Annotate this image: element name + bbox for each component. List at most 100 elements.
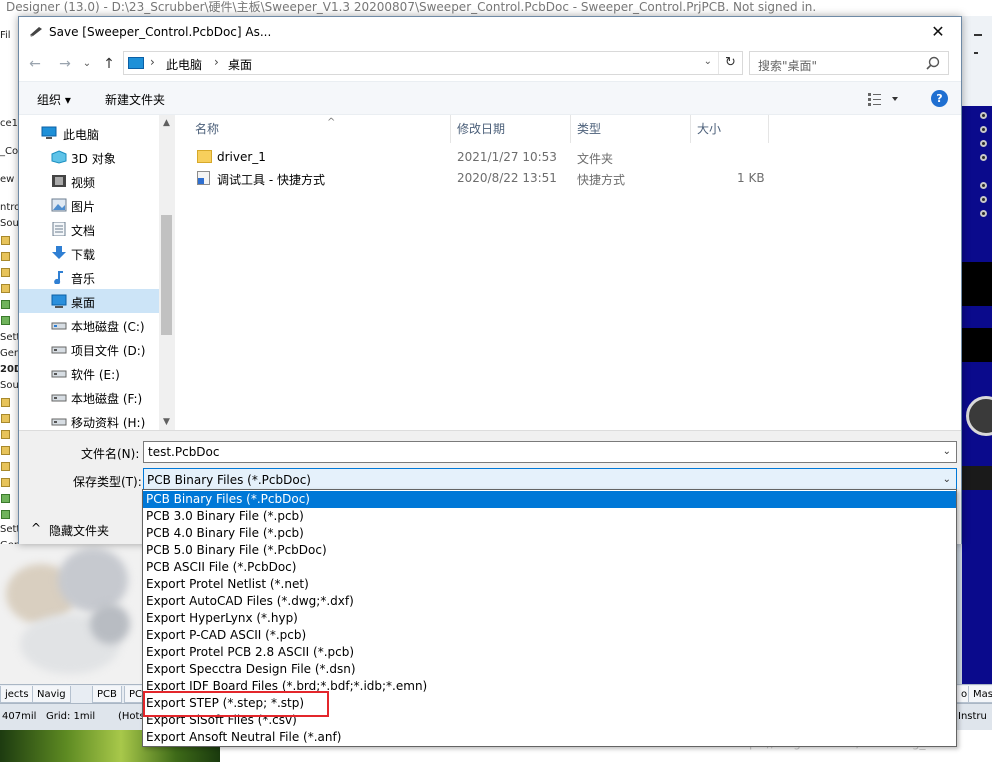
search-input[interactable]: 搜索"桌面" — [749, 51, 949, 75]
file-date: 2021/1/27 10:53 — [457, 150, 557, 164]
nav-label: 下载 — [71, 248, 96, 262]
organize-button[interactable]: 组织 ▾ — [37, 91, 71, 108]
dropdown-icon[interactable] — [974, 34, 982, 36]
nav-label: 视频 — [71, 176, 96, 190]
filetype-option[interactable]: Export Protel PCB 2.8 ASCII (*.pcb) — [143, 644, 956, 661]
filetype-option[interactable]: PCB ASCII File (*.PcbDoc) — [143, 559, 956, 576]
pcb-canvas[interactable] — [962, 106, 992, 686]
folder-icon — [197, 150, 212, 163]
filetype-option[interactable]: PCB Binary Files (*.PcbDoc) — [143, 491, 956, 508]
nav-item-downloads[interactable]: 下载 — [19, 241, 159, 265]
breadcrumb-this-pc[interactable]: 此电脑 — [166, 56, 202, 73]
command-bar: 组织 ▾ 新建文件夹 ? — [19, 81, 961, 115]
back-arrow-icon[interactable]: ← — [25, 55, 45, 75]
filetype-option[interactable]: PCB 5.0 Binary File (*.PcbDoc) — [143, 542, 956, 559]
desktop-icon — [51, 294, 67, 308]
filename-input[interactable]: test.PcbDoc ⌄ — [143, 441, 957, 463]
filetype-option[interactable]: Export HyperLynx (*.hyp) — [143, 610, 956, 627]
mounting-hole-icon — [966, 396, 992, 436]
nav-item-drive-h[interactable]: 移动资料 (H:) — [19, 409, 159, 430]
filetype-option[interactable]: Export Protel Netlist (*.net) — [143, 576, 956, 593]
component-icon — [1, 494, 10, 503]
blurred-content — [58, 548, 128, 612]
nav-item-drive-f[interactable]: 本地磁盘 (F:) — [19, 385, 159, 409]
pad-icon — [980, 140, 987, 147]
nav-label: 项目文件 (D:) — [71, 344, 146, 358]
blurred-region — [0, 544, 142, 684]
address-bar[interactable]: › 此电脑 › 桌面 ⌄ ↻ — [123, 51, 743, 75]
document-icon — [1, 252, 10, 261]
scroll-thumb[interactable] — [161, 215, 172, 335]
scroll-up-icon[interactable]: ▲ — [159, 115, 174, 131]
nav-item-3d-objects[interactable]: 3D 对象 — [19, 145, 159, 169]
silkscreen-band — [962, 262, 992, 306]
column-date[interactable]: 修改日期 — [451, 115, 571, 143]
file-row[interactable]: driver_1 2021/1/27 10:53 文件夹 — [175, 147, 962, 168]
caret-icon[interactable] — [974, 52, 978, 54]
shortcut-icon — [197, 171, 210, 185]
nav-item-drive-d[interactable]: 项目文件 (D:) — [19, 337, 159, 361]
filetype-option[interactable]: Export AutoCAD Files (*.dwg;*.dxf) — [143, 593, 956, 610]
chevron-down-icon[interactable]: ⌄ — [704, 56, 712, 67]
filetype-option[interactable]: PCB 4.0 Binary File (*.pcb) — [143, 525, 956, 542]
chevron-right-icon[interactable]: › — [214, 55, 219, 69]
file-name: 调试工具 - 快捷方式 — [217, 173, 325, 187]
status-coords: 407mil — [2, 711, 37, 722]
forward-arrow-icon[interactable]: → — [55, 55, 75, 75]
download-icon — [52, 246, 66, 259]
nav-item-video[interactable]: 视频 — [19, 169, 159, 193]
column-size[interactable]: 大小 — [691, 115, 769, 143]
nav-item-pictures[interactable]: 图片 — [19, 193, 159, 217]
refresh-icon[interactable]: ↻ — [718, 52, 742, 74]
filetype-option[interactable]: Export P-CAD ASCII (*.pcb) — [143, 627, 956, 644]
nav-label: 音乐 — [71, 272, 96, 286]
nav-item-desktop[interactable]: 桌面 — [19, 289, 159, 313]
nav-item-documents[interactable]: 文档 — [19, 217, 159, 241]
nav-item-drive-c[interactable]: 本地磁盘 (C:) — [19, 313, 159, 337]
chevron-up-icon: ^ — [31, 521, 42, 535]
document-icon — [1, 268, 10, 277]
file-row[interactable]: 调试工具 - 快捷方式 2020/8/22 13:51 快捷方式 1 KB — [175, 168, 962, 189]
nav-item-music[interactable]: 音乐 — [19, 265, 159, 289]
chevron-down-icon[interactable]: ⌄ — [943, 474, 951, 485]
nav-item-this-pc[interactable]: 此电脑 — [19, 121, 159, 145]
filetype-option[interactable]: Export Specctra Design File (*.dsn) — [143, 661, 956, 678]
blurred-content — [90, 604, 130, 644]
status-right: Instru — [958, 711, 987, 722]
chevron-right-icon[interactable]: › — [150, 55, 155, 69]
sort-ascending-icon: ^ — [327, 117, 336, 128]
filetype-option[interactable]: Export Ansoft Neutral File (*.anf) — [143, 729, 956, 746]
recent-dropdown-icon[interactable]: ⌄ — [77, 55, 97, 75]
up-arrow-icon[interactable]: ↑ — [99, 55, 119, 75]
document-icon — [1, 398, 10, 407]
close-button[interactable]: ✕ — [915, 17, 961, 47]
new-folder-button[interactable]: 新建文件夹 — [105, 91, 165, 108]
view-options-icon[interactable] — [868, 92, 902, 106]
nav-label: 软件 (E:) — [71, 368, 120, 382]
pad-icon — [980, 196, 987, 203]
search-placeholder: 搜索"桌面" — [758, 59, 818, 73]
filetype-option[interactable]: PCB 3.0 Binary File (*.pcb) — [143, 508, 956, 525]
pad-icon — [980, 210, 987, 217]
status-hotspot: (Hots — [118, 711, 145, 722]
breadcrumb-desktop[interactable]: 桌面 — [228, 56, 252, 73]
save-as-dialog: Save [Sweeper_Control.PcbDoc] As... ✕ ← … — [18, 16, 962, 544]
tab-pcb[interactable]: PCB — [92, 686, 122, 703]
column-name[interactable]: 名称 ^ — [189, 115, 451, 143]
tab-mask[interactable]: Mas — [968, 686, 992, 703]
component-icon — [1, 316, 10, 325]
help-icon[interactable]: ? — [931, 90, 948, 107]
document-icon — [1, 414, 10, 423]
menu-fragment[interactable]: Fil — [0, 30, 11, 42]
scroll-down-icon[interactable]: ▼ — [159, 414, 174, 430]
nav-item-drive-e[interactable]: 软件 (E:) — [19, 361, 159, 385]
chevron-down-icon[interactable]: ⌄ — [943, 446, 951, 457]
nav-scrollbar[interactable]: ▲ ▼ — [159, 115, 174, 430]
column-type[interactable]: 类型 — [571, 115, 691, 143]
tab-projects[interactable]: jects — [0, 686, 34, 703]
column-label: 名称 — [195, 122, 220, 136]
nav-label: 此电脑 — [63, 128, 100, 142]
drive-icon — [51, 418, 67, 426]
tab-navigator[interactable]: Navig — [32, 686, 71, 703]
file-type: 快捷方式 — [577, 173, 626, 187]
